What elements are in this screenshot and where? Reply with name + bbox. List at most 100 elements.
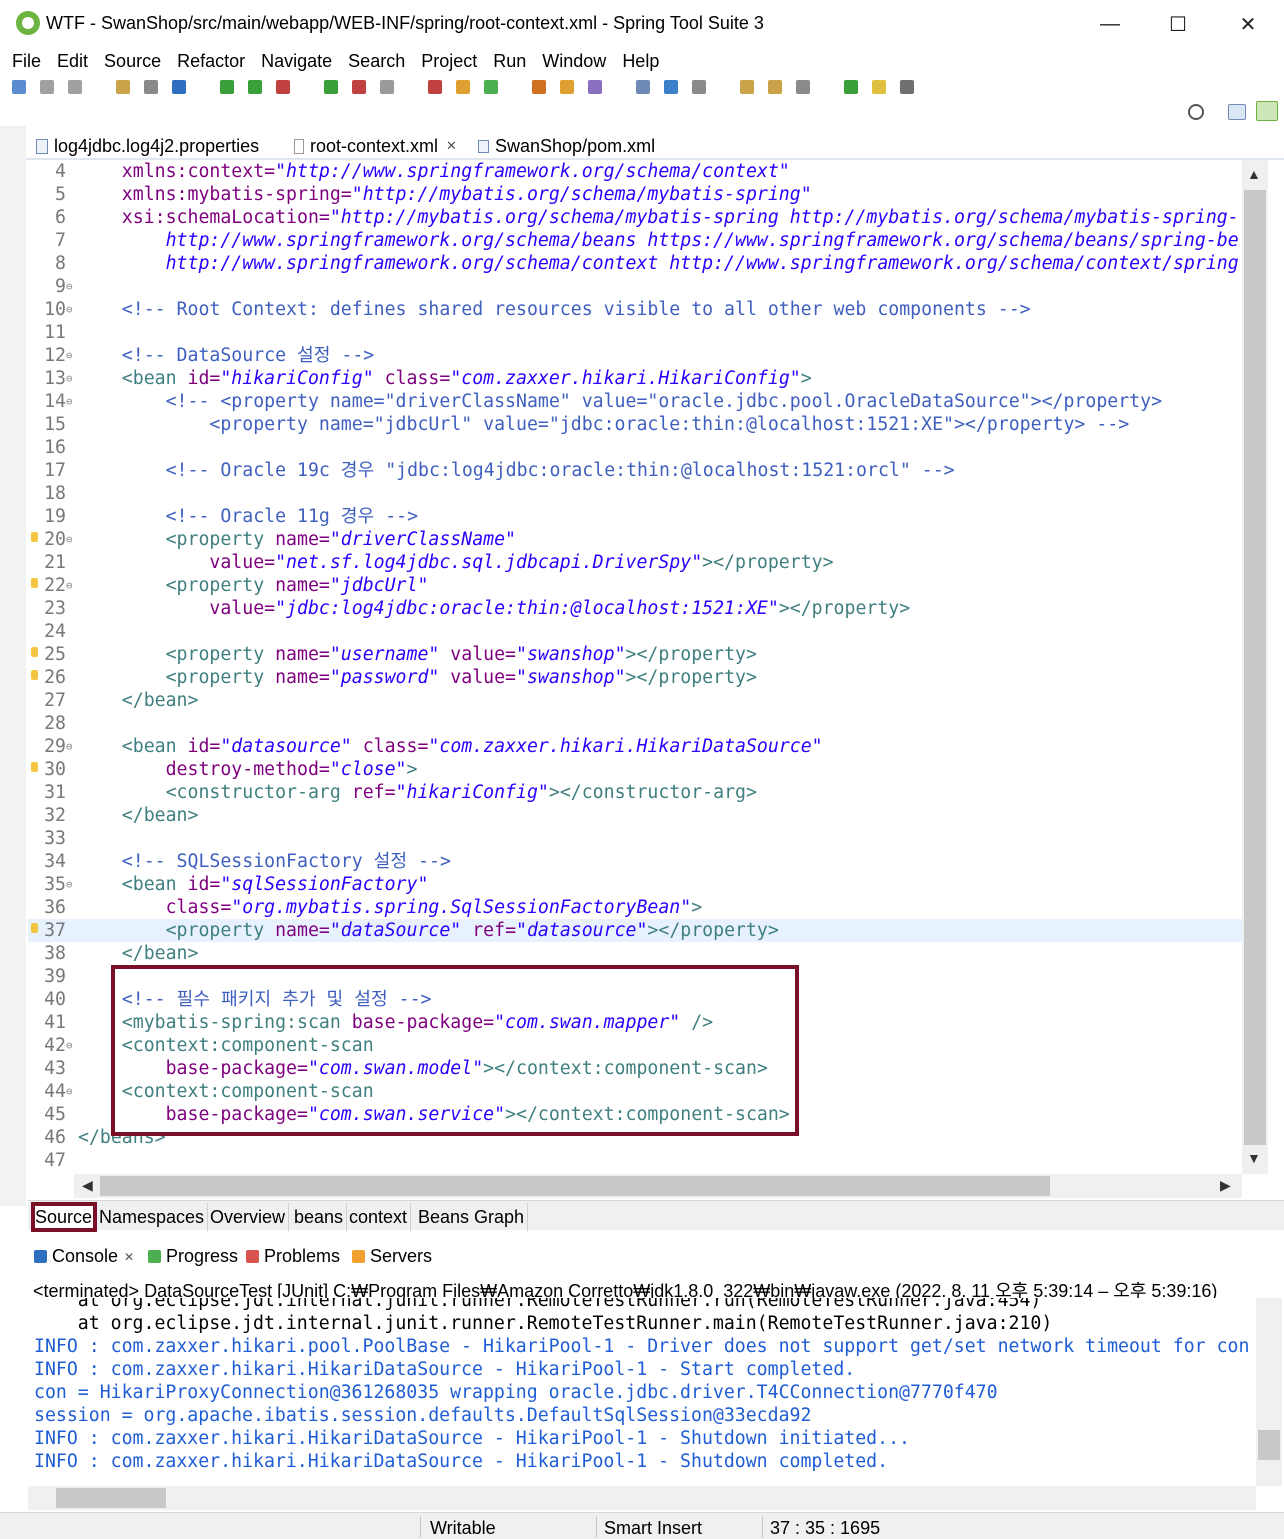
console-horizontal-scrollbar[interactable] — [28, 1486, 1256, 1510]
page-tab-beans-graph[interactable]: Beans Graph — [415, 1203, 529, 1231]
fold-toggle-icon[interactable]: ⊖ — [66, 1080, 76, 1103]
menu-edit[interactable]: Edit — [57, 51, 88, 72]
code-line[interactable]: 34 <!-- SQLSessionFactory 설정 --> — [28, 850, 1268, 873]
code-line[interactable]: 18 — [28, 482, 1268, 505]
menu-help[interactable]: Help — [622, 51, 659, 72]
code-line[interactable]: 12 ⊖ <!-- DataSource 설정 --> — [28, 344, 1268, 367]
fold-toggle-icon[interactable]: ⊖ — [66, 390, 76, 413]
menu-file[interactable]: File — [12, 51, 41, 72]
toolbar-button[interactable] — [380, 80, 394, 94]
code-line[interactable]: 7 http://www.springframework.org/schema/… — [28, 229, 1268, 252]
toolbar-button[interactable] — [872, 80, 886, 94]
toolbar-button[interactable] — [428, 80, 442, 94]
search-icon[interactable] — [1188, 104, 1204, 120]
code-line[interactable]: 20 ⊖ <property name="driverClassName" — [28, 528, 1268, 551]
toolbar-button[interactable] — [172, 80, 186, 94]
minimize-button[interactable]: — — [1080, 6, 1140, 42]
toolbar-button[interactable] — [588, 80, 602, 94]
perspective-icon[interactable] — [1228, 104, 1246, 120]
code-line[interactable]: 8 http://www.springframework.org/schema/… — [28, 252, 1268, 275]
page-tab-namespaces[interactable]: Namespaces — [96, 1203, 209, 1231]
tab-log4jdbc-properties[interactable]: log4jdbc.log4j2.properties — [36, 132, 259, 160]
menu-run[interactable]: Run — [493, 51, 526, 72]
tab-servers[interactable]: Servers — [352, 1246, 432, 1267]
toolbar-button[interactable] — [12, 80, 26, 94]
code-line[interactable]: 30 destroy-method="close"> — [28, 758, 1268, 781]
toolbar-button[interactable] — [636, 80, 650, 94]
toolbar-button[interactable] — [692, 80, 706, 94]
code-line[interactable]: 19 <!-- Oracle 11g 경우 --> — [28, 505, 1268, 528]
code-line[interactable]: 13 ⊖ <bean id="hikariConfig" class="com.z… — [28, 367, 1268, 390]
fold-toggle-icon[interactable]: ⊖ — [66, 1034, 76, 1057]
code-line[interactable]: 33 — [28, 827, 1268, 850]
page-tab-beans[interactable]: beans — [291, 1203, 348, 1231]
page-tab-context[interactable]: context — [346, 1203, 412, 1231]
toolbar-button[interactable] — [68, 80, 82, 94]
editor-vertical-scroll-thumb[interactable] — [1244, 190, 1266, 1145]
menu-project[interactable]: Project — [421, 51, 477, 72]
code-line[interactable]: 6 xsi:schemaLocation="http://mybatis.org… — [28, 206, 1268, 229]
code-line[interactable]: 17 <!-- Oracle 19c 경우 "jdbc:log4jdbc:ora… — [28, 459, 1268, 482]
code-line[interactable]: 35 ⊖ <bean id="sqlSessionFactory" — [28, 873, 1268, 896]
code-line[interactable]: 27 </bean> — [28, 689, 1268, 712]
console-horizontal-scroll-thumb[interactable] — [56, 1488, 166, 1508]
code-line[interactable]: 5 xmlns:mybatis-spring="http://mybatis.o… — [28, 183, 1268, 206]
code-line[interactable]: 37 <property name="dataSource" ref="data… — [28, 919, 1268, 942]
fold-toggle-icon[interactable]: ⊖ — [66, 873, 76, 896]
menu-refactor[interactable]: Refactor — [177, 51, 245, 72]
scroll-up-icon[interactable]: ▲ — [1247, 166, 1261, 182]
code-line[interactable]: 21 value="net.sf.log4jdbc.sql.jdbcapi.Dr… — [28, 551, 1268, 574]
code-line[interactable]: 16 — [28, 436, 1268, 459]
fold-toggle-icon[interactable]: ⊖ — [66, 275, 76, 298]
code-line[interactable]: 10 ⊖ <!-- Root Context: defines shared re… — [28, 298, 1268, 321]
code-line[interactable]: 29 ⊖ <bean id="datasource" class="com.zax… — [28, 735, 1268, 758]
menu-source[interactable]: Source — [104, 51, 161, 72]
tab-progress[interactable]: Progress — [148, 1246, 238, 1267]
scroll-down-icon[interactable]: ▼ — [1247, 1150, 1261, 1166]
toolbar-button[interactable] — [116, 80, 130, 94]
code-line[interactable]: 24 — [28, 620, 1268, 643]
close-tab-icon[interactable]: ✕ — [446, 138, 457, 154]
spring-perspective-icon[interactable] — [1256, 101, 1278, 121]
toolbar-button[interactable] — [664, 80, 678, 94]
toolbar-button[interactable] — [484, 80, 498, 94]
scroll-left-icon[interactable]: ◀ — [82, 1177, 93, 1194]
maximize-button[interactable]: ☐ — [1148, 6, 1208, 42]
console-vertical-scroll-thumb[interactable] — [1258, 1430, 1280, 1460]
code-line[interactable]: 25 <property name="username" value="swan… — [28, 643, 1268, 666]
page-tab-source[interactable]: Source — [30, 1202, 98, 1232]
close-tab-icon[interactable]: ✕ — [124, 1250, 134, 1264]
code-line[interactable]: 32 </bean> — [28, 804, 1268, 827]
toolbar-button[interactable] — [456, 80, 470, 94]
page-tab-overview[interactable]: Overview — [207, 1203, 290, 1231]
code-line[interactable]: 14 ⊖ <!-- <property name="driverClassName… — [28, 390, 1268, 413]
tab-console[interactable]: Console ✕ — [34, 1246, 134, 1267]
fold-toggle-icon[interactable]: ⊖ — [66, 574, 76, 597]
code-line[interactable]: 9 ⊖ — [28, 275, 1268, 298]
menu-window[interactable]: Window — [542, 51, 606, 72]
code-line[interactable]: 47 — [28, 1149, 1268, 1172]
code-line[interactable]: 28 — [28, 712, 1268, 735]
code-line[interactable]: 4 xmlns:context="http://www.springframew… — [28, 160, 1268, 183]
toolbar-button[interactable] — [844, 80, 858, 94]
fold-toggle-icon[interactable]: ⊖ — [66, 298, 76, 321]
scroll-right-icon[interactable]: ▶ — [1220, 1177, 1231, 1194]
toolbar-button[interactable] — [352, 80, 366, 94]
fold-toggle-icon[interactable]: ⊖ — [66, 735, 76, 758]
code-line[interactable]: 22 ⊖ <property name="jdbcUrl" — [28, 574, 1268, 597]
console-output[interactable]: at org.eclipse.jdt.internal.junit.runner… — [28, 1298, 1256, 1486]
code-line[interactable]: 26 <property name="password" value="swan… — [28, 666, 1268, 689]
tab-root-context[interactable]: root-context.xml ✕ — [290, 132, 461, 160]
code-line[interactable]: 11 — [28, 321, 1268, 344]
tab-pom-xml[interactable]: SwanShop/pom.xml — [478, 132, 655, 160]
menu-search[interactable]: Search — [348, 51, 405, 72]
toolbar-button[interactable] — [276, 80, 290, 94]
toolbar-button[interactable] — [796, 80, 810, 94]
code-line[interactable]: 38 </bean> — [28, 942, 1268, 965]
menu-navigate[interactable]: Navigate — [261, 51, 332, 72]
toolbar-button[interactable] — [560, 80, 574, 94]
tab-problems[interactable]: Problems — [246, 1246, 340, 1267]
code-line[interactable]: 15 <property name="jdbcUrl" value="jdbc:… — [28, 413, 1268, 436]
toolbar-button[interactable] — [900, 80, 914, 94]
toolbar-button[interactable] — [40, 80, 54, 94]
